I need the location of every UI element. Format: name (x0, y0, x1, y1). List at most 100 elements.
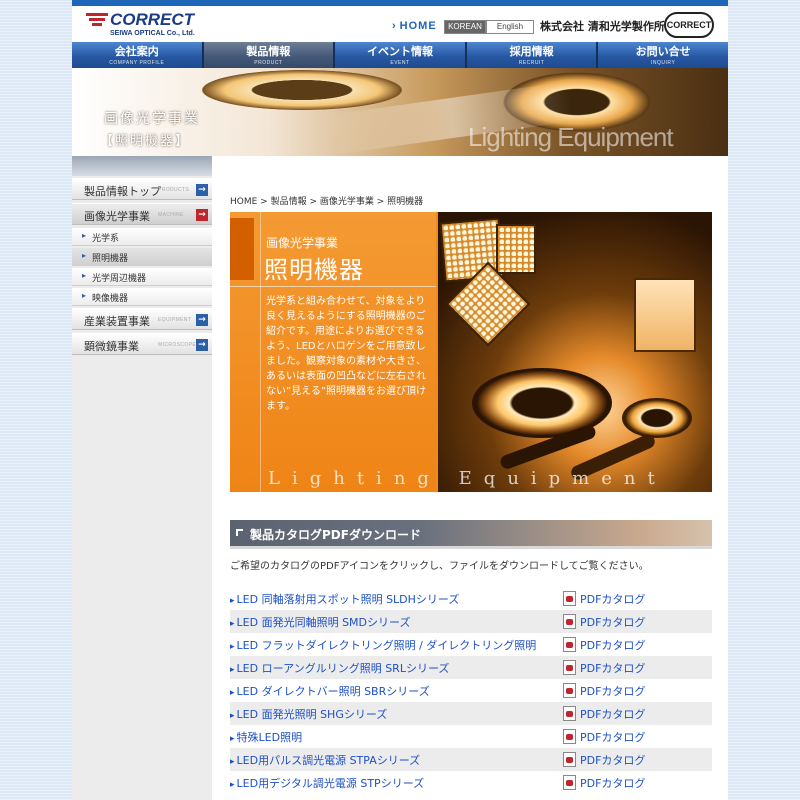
nav-product[interactable]: 製品情報 PRODUCT (203, 42, 336, 68)
sidebar-item-products-top[interactable]: 製品情報トップ PRODUCTS → (72, 178, 212, 200)
pdf-catalog-link[interactable]: PDFカタログ (580, 683, 645, 699)
sidebar-item-en: MACHINE (158, 212, 184, 218)
feature-category: 画像光学事業 (266, 236, 339, 250)
catalog-item-link[interactable]: LED 同軸落射用スポット照明 SLDHシリーズ (230, 591, 460, 607)
ring-light-image (622, 398, 692, 438)
page-container: CORRECT SEIWA OPTICAL Co., Ltd. HOME KOR… (72, 0, 728, 800)
breadcrumb-home[interactable]: HOME (230, 197, 257, 207)
catalog-row: LED ダイレクトバー照明 SBRシリーズ PDFカタログ (230, 679, 712, 702)
sidebar-item-en: PRODUCTS (158, 187, 190, 193)
sidebar-item-imaging-optics[interactable]: 画像光学事業 MACHINE → (72, 203, 212, 225)
sidebar-item-label: 産業装置事業 (84, 315, 150, 328)
pdf-icon[interactable] (563, 660, 576, 675)
hero-english-title: Lighting Equipment (468, 122, 674, 152)
feature-divider (260, 212, 261, 492)
arrow-right-icon: → (196, 339, 208, 351)
catalog-item-link[interactable]: LED ローアングルリング照明 SRLシリーズ (230, 660, 450, 676)
logo-mark-icon (86, 13, 108, 29)
catalog-item-link[interactable]: 特殊LED照明 (230, 729, 303, 745)
catalog-item-link[interactable]: LED 面発光同軸照明 SMDシリーズ (230, 614, 411, 630)
sidebar-item-industrial[interactable]: 産業装置事業 EQUIPMENT → (72, 308, 212, 330)
nav-sublabel: INQUIRY (651, 60, 676, 66)
nav-sublabel: PRODUCT (254, 60, 283, 66)
nav-recruit[interactable]: 採用情報 RECRUIT (466, 42, 599, 68)
nav-sublabel: EVENT (390, 60, 410, 66)
catalog-row: LED フラットダイレクトリング照明 / ダイレクトリング照明 PDFカタログ (230, 633, 712, 656)
feature-description: 光学系と組み合わせて、対象をより良く見えるようにする照明機器のご紹介です。用途に… (266, 296, 427, 412)
sidebar-item-label: 顕微鏡事業 (84, 340, 139, 353)
pdf-icon[interactable] (563, 614, 576, 629)
lang-korean-button[interactable]: KOREAN (444, 20, 486, 34)
nav-sublabel: RECRUIT (518, 60, 545, 66)
catalog-section-header: 製品カタログPDFダウンロード (230, 520, 712, 549)
pdf-icon[interactable] (563, 752, 576, 767)
sidebar-item-en: EQUIPMENT (158, 317, 192, 323)
breadcrumb-separator: > (306, 197, 320, 207)
catalog-row: LED 面発光同軸照明 SMDシリーズ PDFカタログ (230, 610, 712, 633)
catalog-section-title: 製品カタログPDFダウンロード (250, 528, 421, 542)
sidebar-subitem-optics[interactable]: 光学系 (72, 228, 212, 246)
pdf-catalog-link[interactable]: PDFカタログ (580, 706, 645, 722)
sidebar-subitem-lighting[interactable]: 照明機器 (72, 248, 212, 266)
pdf-icon[interactable] (563, 775, 576, 790)
feature-text-panel: 画像光学事業 照明機器 光学系と組み合わせて、対象をより良く見えるようにする照明… (230, 212, 436, 492)
catalog-intro-text: ご希望のカタログのPDFアイコンをクリックし、ファイルをダウンロードしてご覧くだ… (230, 561, 649, 572)
catalog-row: LED 同軸落射用スポット照明 SLDHシリーズ PDFカタログ (230, 587, 712, 610)
correct-stamp-logo: CORRECT (664, 12, 714, 38)
catalog-row: LED用パルス調光電源 STPAシリーズ PDFカタログ (230, 748, 712, 771)
pdf-catalog-link[interactable]: PDFカタログ (580, 775, 645, 791)
main-nav: 会社案内 COMPANY PROFILE 製品情報 PRODUCT イベント情報… (72, 42, 728, 68)
sidebar: 製品情報トップ PRODUCTS → 画像光学事業 MACHINE → 光学系 … (72, 156, 212, 800)
breadcrumb-current: 照明機器 (387, 197, 424, 207)
catalog-item-link[interactable]: LED ダイレクトバー照明 SBRシリーズ (230, 683, 430, 699)
catalog-row: 特殊LED照明 PDFカタログ (230, 725, 712, 748)
catalog-row: LED用デジタル調光電源 STPシリーズ PDFカタログ (230, 771, 712, 794)
pdf-icon[interactable] (563, 729, 576, 744)
nav-inquiry[interactable]: お問い合せ INQUIRY (598, 42, 728, 68)
catalog-item-link[interactable]: LED 面発光照明 SHGシリーズ (230, 706, 388, 722)
arrow-right-icon: → (196, 314, 208, 326)
company-name: 株式会社 清和光学製作所 (540, 20, 665, 33)
nav-event[interactable]: イベント情報 EVENT (335, 42, 467, 68)
nav-label: お問い合せ (635, 45, 691, 58)
light-box-image (634, 278, 696, 352)
logo-text: CORRECT (110, 10, 195, 29)
nav-sublabel: COMPANY PROFILE (109, 60, 165, 66)
nav-label: 製品情報 (246, 45, 291, 58)
pdf-catalog-link[interactable]: PDFカタログ (580, 591, 645, 607)
catalog-item-link[interactable]: LED用デジタル調光電源 STPシリーズ (230, 775, 425, 791)
sidebar-item-microscope[interactable]: 顕微鏡事業 MICROSCOPE → (72, 333, 212, 355)
breadcrumb-imaging-optics[interactable]: 画像光学事業 (320, 197, 374, 207)
pdf-icon[interactable] (563, 591, 576, 606)
pdf-catalog-link[interactable]: PDFカタログ (580, 752, 645, 768)
catalog-row: LED ローアングルリング照明 SRLシリーズ PDFカタログ (230, 656, 712, 679)
pdf-catalog-link[interactable]: PDFカタログ (580, 637, 645, 653)
sidebar-subitem-label: 光学周辺機器 (92, 274, 147, 284)
sidebar-subitem-label: 照明機器 (92, 254, 129, 264)
lang-english-button[interactable]: English (486, 20, 534, 34)
catalog-item-link[interactable]: LED フラットダイレクトリング照明 / ダイレクトリング照明 (230, 637, 537, 653)
top-accent-line (72, 0, 728, 6)
pdf-icon[interactable] (563, 637, 576, 652)
pdf-catalog-link[interactable]: PDFカタログ (580, 660, 645, 676)
sidebar-subitem-video[interactable]: 映像機器 (72, 288, 212, 306)
sidebar-subitem-label: 光学系 (92, 234, 120, 244)
hero-banner: 画像光学事業 【照明機器】 Lighting Equipment (72, 68, 728, 156)
feature-accent-bar (230, 218, 254, 280)
breadcrumb-separator: > (257, 197, 271, 207)
pdf-catalog-link[interactable]: PDFカタログ (580, 614, 645, 630)
home-link[interactable]: HOME (392, 20, 437, 32)
arrow-right-icon: → (196, 184, 208, 196)
pdf-icon[interactable] (563, 683, 576, 698)
breadcrumb: HOME > 製品情報 > 画像光学事業 > 照明機器 (230, 194, 423, 207)
pdf-catalog-link[interactable]: PDFカタログ (580, 729, 645, 745)
pdf-icon[interactable] (563, 706, 576, 721)
lighting-products-photo (438, 212, 712, 492)
nav-company[interactable]: 会社案内 COMPANY PROFILE (72, 42, 204, 68)
catalog-item-link[interactable]: LED用パルス調光電源 STPAシリーズ (230, 752, 421, 768)
sidebar-header (72, 156, 212, 176)
sidebar-subitem-optical-peripherals[interactable]: 光学周辺機器 (72, 268, 212, 286)
breadcrumb-products[interactable]: 製品情報 (271, 197, 307, 207)
company-logo[interactable]: CORRECT SEIWA OPTICAL Co., Ltd. (86, 10, 246, 40)
catalog-row: LED 面発光照明 SHGシリーズ PDFカタログ (230, 702, 712, 725)
